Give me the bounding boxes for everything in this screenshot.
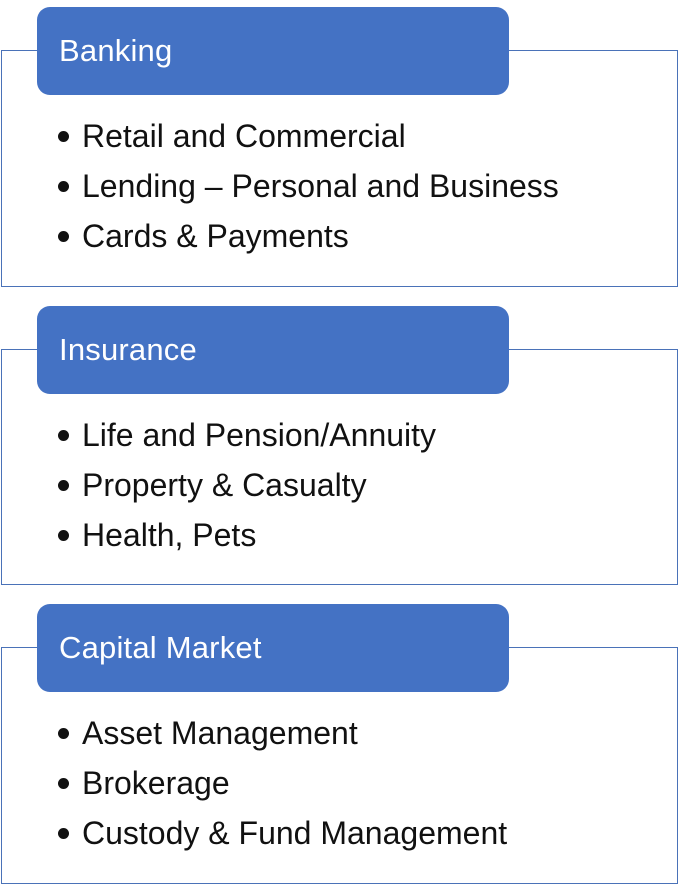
list-item: Cards & Payments	[56, 211, 559, 261]
list-item: Brokerage	[56, 758, 507, 808]
list-item: Lending – Personal and Business	[56, 161, 559, 211]
bullet-icon	[58, 479, 69, 491]
bullet-icon	[58, 180, 69, 192]
section-header: Capital Market	[37, 604, 509, 692]
item-label: Health, Pets	[82, 516, 257, 553]
item-label: Retail and Commercial	[82, 117, 406, 154]
section-title: Capital Market	[59, 630, 262, 665]
bullet-icon	[58, 230, 69, 242]
bullet-icon	[58, 529, 69, 541]
list-item: Property & Casualty	[56, 460, 436, 510]
item-list: Life and Pension/Annuity Property & Casu…	[56, 410, 436, 560]
bullet-icon	[58, 777, 69, 789]
bullet-icon	[58, 827, 69, 839]
item-list: Retail and Commercial Lending – Personal…	[56, 111, 559, 261]
section-header: Insurance	[37, 306, 509, 394]
item-label: Brokerage	[82, 764, 230, 801]
section-title: Banking	[59, 33, 173, 68]
list-item: Retail and Commercial	[56, 111, 559, 161]
list-item: Custody & Fund Management	[56, 808, 507, 858]
item-label: Asset Management	[82, 714, 358, 751]
bullet-icon	[58, 130, 69, 142]
item-list: Asset Management Brokerage Custody & Fun…	[56, 708, 507, 858]
bullet-icon	[58, 727, 69, 739]
item-label: Custody & Fund Management	[82, 814, 508, 851]
item-label: Cards & Payments	[82, 217, 349, 254]
list-item: Asset Management	[56, 708, 507, 758]
list-item: Health, Pets	[56, 510, 436, 560]
section-title: Insurance	[59, 332, 197, 367]
list-item: Life and Pension/Annuity	[56, 410, 436, 460]
section-header: Banking	[37, 7, 509, 95]
item-label: Life and Pension/Annuity	[82, 416, 437, 453]
item-label: Property & Casualty	[82, 466, 367, 503]
item-label: Lending – Personal and Business	[82, 167, 559, 204]
bullet-icon	[58, 429, 69, 441]
